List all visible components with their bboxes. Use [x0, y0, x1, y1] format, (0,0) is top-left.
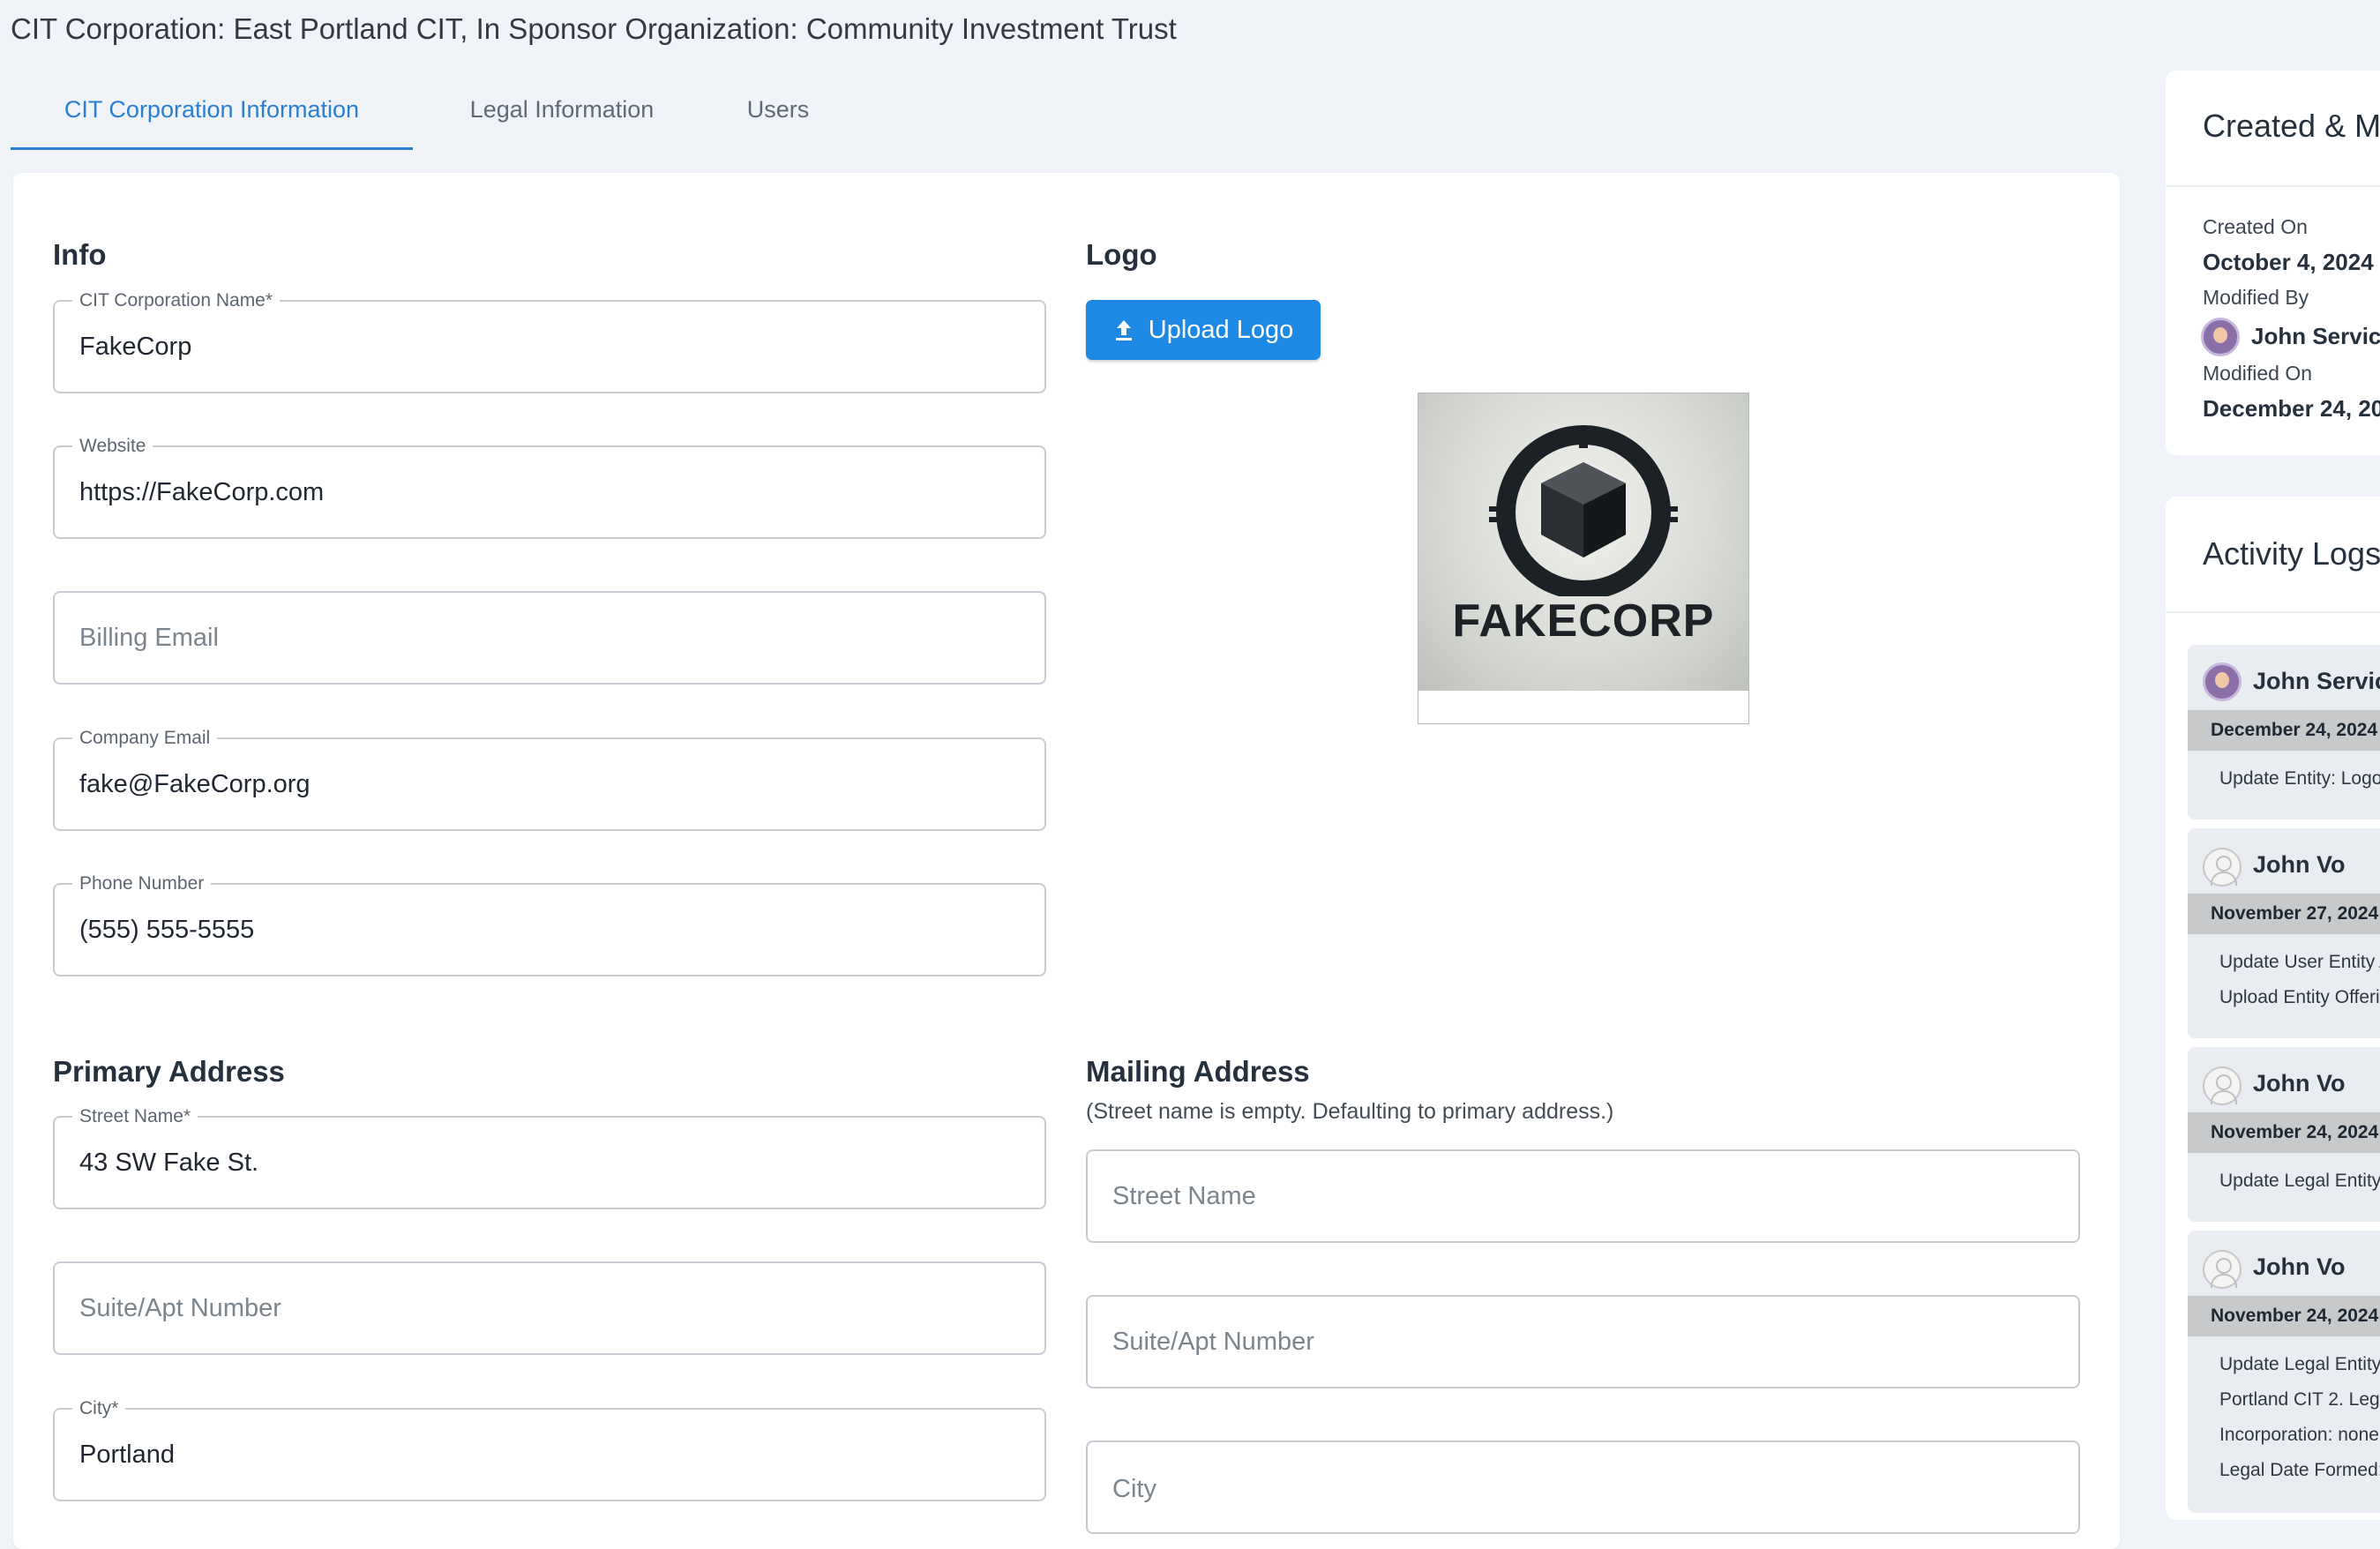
logo-image: FAKECORP: [1418, 393, 1748, 691]
log-user-name: John Vo: [2253, 1070, 2346, 1096]
log-detail: Update Entity: Logo:: [2219, 768, 2380, 789]
user-avatar: [2203, 1066, 2242, 1105]
primary-street-value[interactable]: 43 SW Fake St.: [79, 1118, 1027, 1208]
log-user-name: John Servic: [2253, 668, 2380, 694]
corporation-name-field[interactable]: CIT Corporation Name* FakeCorp: [53, 291, 1046, 393]
corporation-name-value[interactable]: FakeCorp: [79, 302, 1027, 392]
tab-users[interactable]: Users: [707, 85, 849, 150]
modified-by-avatar: [2201, 318, 2240, 356]
page-title: CIT Corporation: East Portland CIT, In S…: [11, 12, 1177, 45]
primary-suite-field[interactable]: Suite/Apt Number: [53, 1261, 1046, 1355]
created-modified-title: Created & M: [2203, 108, 2380, 144]
log-user-name: John Vo: [2253, 1253, 2346, 1280]
primary-street-field[interactable]: Street Name* 43 SW Fake St.: [53, 1107, 1046, 1209]
user-avatar: [2203, 1250, 2242, 1289]
phone-number-field[interactable]: Phone Number (555) 555-5555: [53, 874, 1046, 977]
info-heading: Info: [53, 238, 107, 271]
user-avatar: [2203, 662, 2242, 701]
created-modified-panel: Created & M Created On October 4, 2024 (…: [2166, 71, 2380, 455]
modified-on-label: Modified On: [2203, 362, 2313, 385]
mailing-address-note: (Street name is empty. Defaulting to pri…: [1086, 1099, 1614, 1124]
user-avatar: [2203, 848, 2242, 887]
upload-logo-label: Upload Logo: [1148, 315, 1294, 344]
primary-address-heading: Primary Address: [53, 1055, 285, 1088]
activity-log-entry[interactable]: John Vo November 24, 2024 ( Update Legal…: [2188, 1047, 2380, 1222]
log-detail: Update Legal Entity:: [2219, 1171, 2380, 1191]
website-field[interactable]: Website https://FakeCorp.com: [53, 437, 1046, 539]
mailing-street-placeholder[interactable]: Street Name: [1112, 1151, 2061, 1241]
mailing-suite-placeholder[interactable]: Suite/Apt Number: [1112, 1297, 2061, 1387]
primary-suite-placeholder[interactable]: Suite/Apt Number: [79, 1263, 1027, 1353]
log-detail: Update Legal Entity:: [2219, 1354, 2380, 1374]
log-detail: Legal Date Formed:: [2219, 1460, 2380, 1480]
logo-heading: Logo: [1086, 238, 1157, 271]
modified-by-label: Modified By: [2203, 286, 2309, 309]
modified-by-value[interactable]: John Servic: [2251, 323, 2380, 350]
company-email-field[interactable]: Company Email fake@FakeCorp.org: [53, 729, 1046, 831]
panel-divider: [2166, 611, 2380, 613]
activity-logs-panel: Activity Logs John Servic December 24, 2…: [2166, 497, 2380, 1520]
log-date: November 24, 2024 (: [2188, 1112, 2380, 1153]
primary-city-value[interactable]: Portland: [79, 1410, 1027, 1500]
website-value[interactable]: https://FakeCorp.com: [79, 447, 1027, 537]
cube-logo-icon: [1489, 425, 1678, 596]
activity-log-entry[interactable]: John Servic December 24, 2024 ( Update E…: [2188, 645, 2380, 819]
phone-number-value[interactable]: (555) 555-5555: [79, 885, 1027, 975]
billing-email-placeholder[interactable]: Billing Email: [79, 593, 1027, 683]
log-detail: Incorporation: none: [2219, 1425, 2379, 1445]
primary-city-field[interactable]: City* Portland: [53, 1399, 1046, 1501]
upload-logo-button[interactable]: Upload Logo: [1086, 300, 1321, 360]
log-detail: Portland CIT 2. Lega: [2219, 1389, 2380, 1410]
created-on-value: October 4, 2024 (: [2203, 249, 2380, 275]
log-date: November 27, 2024 (: [2188, 894, 2380, 934]
upload-icon: [1115, 320, 1132, 340]
log-detail: Update User Entity A: [2219, 952, 2380, 972]
mailing-city-placeholder[interactable]: City: [1112, 1442, 2061, 1536]
tab-cit-corporation-information[interactable]: CIT Corporation Information: [11, 85, 413, 150]
company-email-value[interactable]: fake@FakeCorp.org: [79, 739, 1027, 829]
log-user-name: John Vo: [2253, 851, 2346, 878]
log-date: November 24, 2024 (: [2188, 1296, 2380, 1336]
logo-wordmark: FAKECORP: [1452, 595, 1715, 647]
modified-on-value: December 24, 20: [2203, 395, 2380, 422]
activity-log-entry[interactable]: John Vo November 24, 2024 ( Update Legal…: [2188, 1231, 2380, 1513]
mailing-suite-field[interactable]: Suite/Apt Number: [1086, 1295, 2080, 1388]
logo-preview: FAKECORP: [1418, 393, 1749, 724]
mailing-street-field[interactable]: Street Name: [1086, 1149, 2080, 1243]
activity-logs-title: Activity Logs: [2203, 535, 2380, 572]
mailing-address-heading: Mailing Address: [1086, 1055, 1310, 1088]
mailing-city-field[interactable]: City: [1086, 1440, 2080, 1534]
tab-legal-information[interactable]: Legal Information: [434, 85, 690, 150]
billing-email-field[interactable]: Billing Email: [53, 591, 1046, 685]
panel-divider: [2166, 185, 2380, 187]
activity-log-entry[interactable]: John Vo November 27, 2024 ( Update User …: [2188, 828, 2380, 1038]
log-date: December 24, 2024 (: [2188, 710, 2380, 751]
created-on-label: Created On: [2203, 215, 2308, 238]
log-detail: Upload Entity Offerin: [2219, 987, 2380, 1007]
